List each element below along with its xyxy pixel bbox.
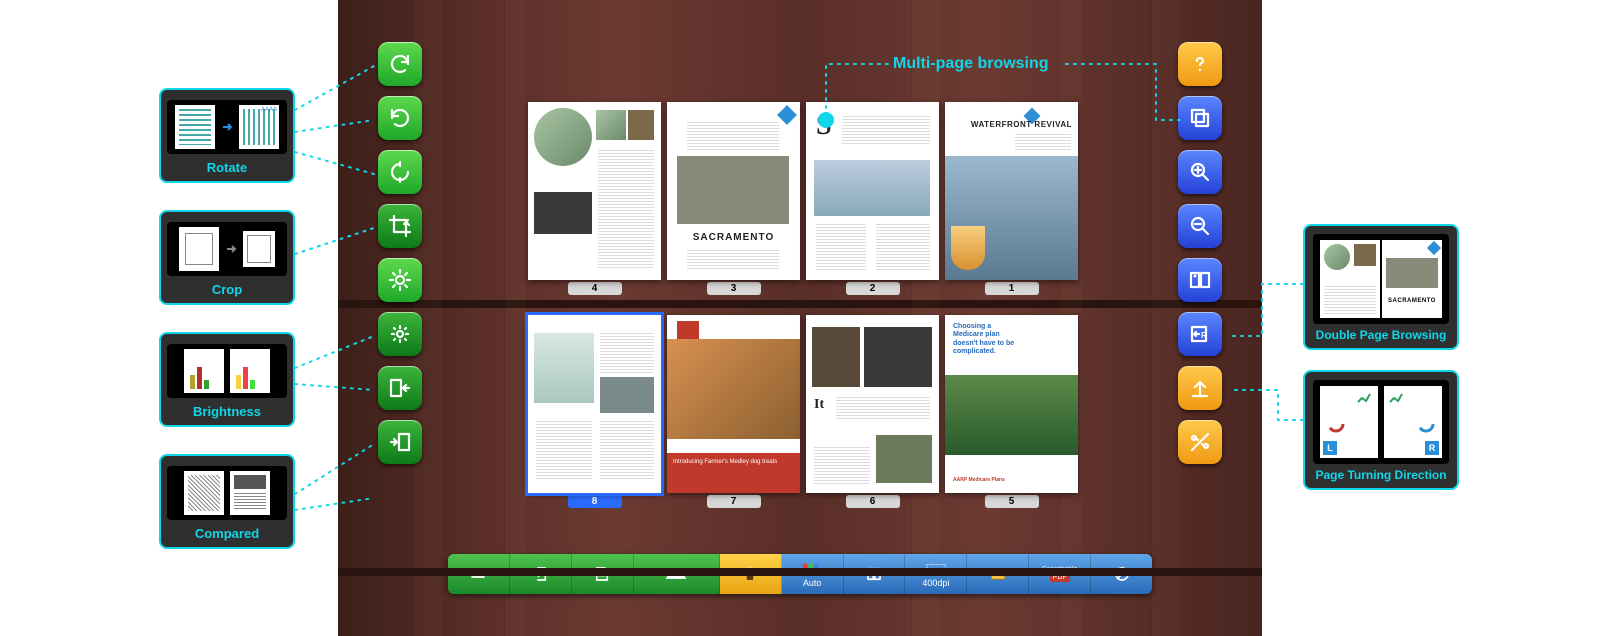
save-button[interactable] — [572, 554, 634, 594]
svg-text:R: R — [1201, 331, 1207, 340]
page-number-badge: 6 — [846, 495, 900, 508]
page-number-badge: 4 — [568, 282, 622, 295]
folder-button[interactable] — [967, 554, 1029, 594]
rotate-180-button[interactable] — [378, 150, 422, 194]
right-toolbar: R — [1178, 42, 1222, 464]
page-thumbnail[interactable]: Choosing a Medicare plan doesn't have to… — [945, 315, 1078, 493]
page-number-badge: 7 — [707, 495, 761, 508]
page-thumbnail[interactable]: S — [806, 102, 939, 280]
watermark-button[interactable] — [1091, 554, 1152, 594]
exit-button[interactable] — [510, 554, 572, 594]
left-toolbar — [378, 42, 422, 464]
page-number-badge: 5 — [985, 495, 1039, 508]
double-page-callout: SACRAMENTO Double Page Browsing — [1303, 224, 1459, 350]
compared-label: Compared — [167, 526, 287, 541]
bottom-toolbar: Auto 400dpi SearchablePDF — [448, 554, 1152, 594]
page-thumbnail[interactable]: WATERFRONT REVIVAL — [945, 102, 1078, 280]
rotate-ccw-button[interactable] — [378, 96, 422, 140]
page-turning-callout: L R Page Turning Direction — [1303, 370, 1459, 490]
page-grid: 4 SACRAMENTO 3 S — [528, 102, 1076, 528]
brightness-label: Brightness — [167, 404, 287, 419]
zoom-out-button[interactable] — [1178, 204, 1222, 248]
app-window: R 4 SACRAMENTO — [338, 0, 1262, 636]
crop-label: Crop — [167, 282, 287, 297]
flatbed-button[interactable] — [448, 554, 510, 594]
multipage-annotation: Multi-page browsing — [893, 55, 1049, 73]
pdf-label: PDF — [1050, 573, 1070, 582]
zoom-in-button[interactable] — [1178, 150, 1222, 194]
dpi-button[interactable]: 400dpi — [905, 554, 967, 594]
page-thumbnail[interactable] — [528, 102, 661, 280]
page-number-badge: 8 — [568, 495, 622, 508]
auto-button[interactable]: Auto — [782, 554, 844, 594]
crop-callout: Crop — [159, 210, 295, 305]
brightness-down-button[interactable] — [378, 312, 422, 356]
searchable-pdf-button[interactable]: SearchablePDF — [1029, 554, 1091, 594]
rotate-label: Rotate — [167, 160, 287, 175]
multi-page-button[interactable] — [1178, 96, 1222, 140]
help-button[interactable] — [1178, 42, 1222, 86]
crop-button[interactable] — [378, 204, 422, 248]
auto-label: Auto — [803, 578, 822, 588]
page-thumbnail[interactable]: Introducing Farmer's Medley dog treats — [667, 315, 800, 493]
settings-button[interactable] — [1178, 420, 1222, 464]
searchable-label: Searchable — [1042, 566, 1077, 573]
page-number-badge: 2 — [846, 282, 900, 295]
book-mode-button[interactable] — [844, 554, 906, 594]
export-button[interactable] — [1178, 366, 1222, 410]
rotate-callout: AAAA Rotate — [159, 88, 295, 183]
compare-left-button[interactable] — [378, 366, 422, 410]
page-turning-label: Page Turning Direction — [1313, 468, 1449, 482]
brightness-callout: Brightness — [159, 332, 295, 427]
compared-callout: Compared — [159, 454, 295, 549]
page-thumbnail[interactable] — [528, 315, 661, 493]
scan-button[interactable] — [634, 554, 720, 594]
rotate-cw-button[interactable] — [378, 42, 422, 86]
dpi-label: 400dpi — [922, 578, 949, 588]
page-number-badge: 3 — [707, 282, 761, 295]
delete-button[interactable] — [720, 554, 782, 594]
page-thumbnail[interactable]: It — [806, 315, 939, 493]
page-thumbnail[interactable]: SACRAMENTO — [667, 102, 800, 280]
double-page-label: Double Page Browsing — [1313, 328, 1449, 342]
double-page-button[interactable] — [1178, 258, 1222, 302]
brightness-up-button[interactable] — [378, 258, 422, 302]
page-direction-button[interactable]: R — [1178, 312, 1222, 356]
compare-right-button[interactable] — [378, 420, 422, 464]
page-number-badge: 1 — [985, 282, 1039, 295]
